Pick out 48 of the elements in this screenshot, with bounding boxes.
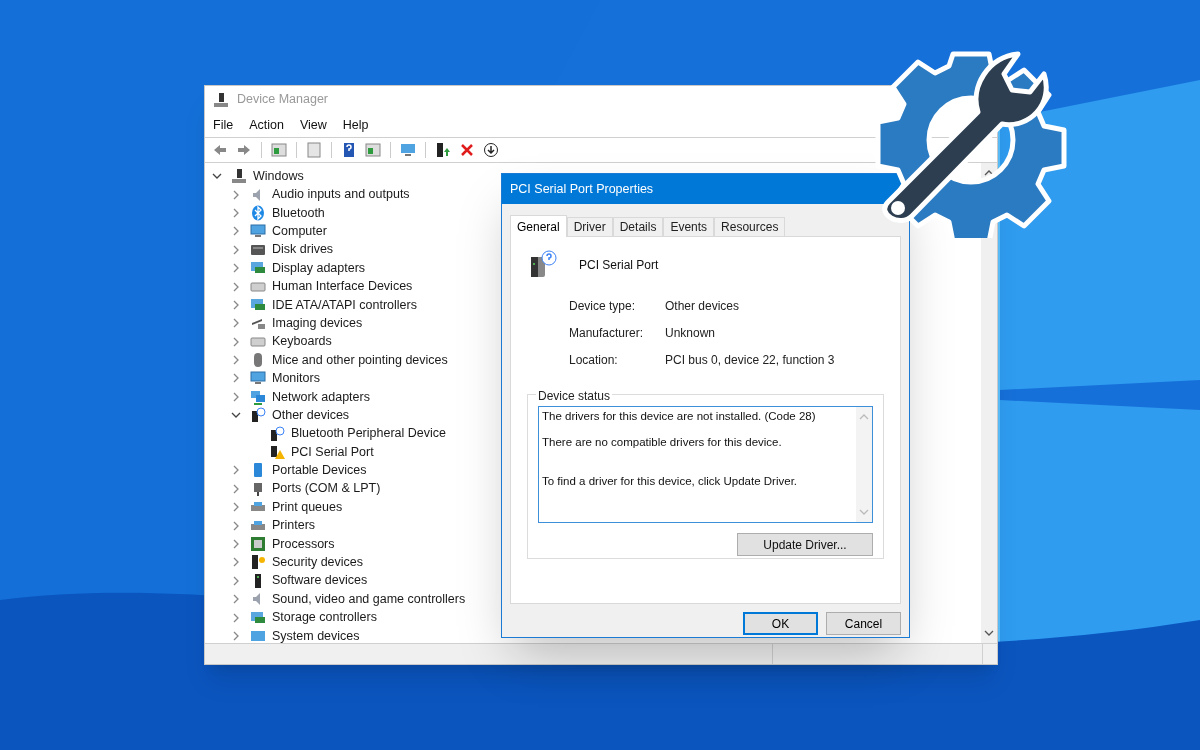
property-value: Unknown xyxy=(665,325,716,342)
tree-item[interactable]: Audio inputs and outputs xyxy=(272,185,410,204)
default-button[interactable]: OK xyxy=(743,612,818,635)
menu-item[interactable]: File xyxy=(213,115,234,135)
tree-item[interactable]: Software devices xyxy=(272,571,368,591)
tree-item[interactable]: IDE ATA/ATAPI controllers xyxy=(272,295,417,315)
tree-item[interactable]: Keyboards xyxy=(272,332,332,352)
tree-item[interactable]: Other devices xyxy=(272,405,350,425)
tree-item[interactable]: Sound, video and game controllers xyxy=(272,589,466,609)
menu-item[interactable]: View xyxy=(299,115,327,135)
tree-item[interactable]: Imaging devices xyxy=(272,313,363,333)
tree-item[interactable]: Mice and other pointing devices xyxy=(272,350,448,370)
tree-item[interactable]: Windows xyxy=(253,166,304,186)
tree-item[interactable]: Ports (COM & LPT) xyxy=(272,479,381,499)
menu-item[interactable]: Action xyxy=(249,115,284,135)
tree-item[interactable]: Disk drives xyxy=(272,240,334,260)
tab[interactable]: Driver xyxy=(566,217,613,236)
tree-item[interactable]: Computer xyxy=(272,222,327,241)
property-label: Location: xyxy=(569,352,619,369)
tree-item[interactable]: Printers xyxy=(272,516,316,535)
tab[interactable]: Resources xyxy=(714,217,786,236)
tree-item[interactable]: Network adapters xyxy=(272,387,370,407)
window-title: Device Manager xyxy=(237,91,328,109)
tab[interactable]: Details xyxy=(612,217,664,236)
tree-item[interactable]: Security devices xyxy=(272,553,363,572)
tree-item[interactable]: PCI Serial Port xyxy=(291,442,374,462)
tree-item[interactable]: Human Interface Devices xyxy=(272,277,413,296)
property-label: Device type: xyxy=(569,298,637,315)
menu-item[interactable]: Help xyxy=(342,115,369,135)
tab[interactable]: Events xyxy=(663,217,715,236)
dialog-button[interactable]: Cancel xyxy=(826,612,901,635)
property-value: Other devices xyxy=(665,298,740,315)
tree-item[interactable]: Print queues xyxy=(272,497,343,517)
device-name: PCI Serial Port xyxy=(579,257,659,274)
tree-item[interactable]: System devices xyxy=(272,626,360,643)
tree-item[interactable]: Storage controllers xyxy=(272,608,377,627)
tree-item[interactable]: Bluetooth Peripheral Device xyxy=(291,424,446,444)
tab[interactable]: General xyxy=(510,215,567,237)
update-driver-button[interactable]: Update Driver... xyxy=(737,533,873,556)
tree-item[interactable]: Portable Devices xyxy=(272,461,367,480)
status-text: The drivers for this device are not installed. (Code 28) There are no compatible drivers for this device. To find a driver for this device, click Update Driver. xyxy=(541,409,817,489)
property-value: PCI bus 0, device 22, function 3 xyxy=(665,352,835,369)
dialog-title: PCI Serial Port Properties xyxy=(510,180,654,198)
property-label: Manufacturer: xyxy=(569,325,645,342)
tree-item[interactable]: Bluetooth xyxy=(272,203,325,223)
tree-item[interactable]: Display adapters xyxy=(272,258,366,278)
tree-item[interactable]: Monitors xyxy=(272,369,320,388)
tree-item[interactable]: Processors xyxy=(272,534,335,554)
